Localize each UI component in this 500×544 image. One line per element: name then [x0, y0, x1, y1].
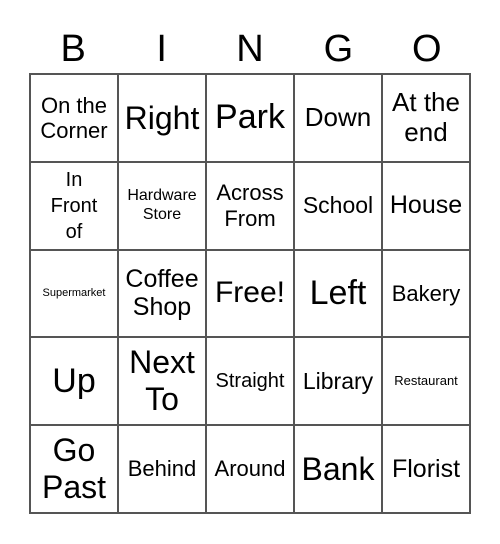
- bingo-cell: Behind: [118, 425, 206, 513]
- bingo-cell: Bakery: [382, 249, 470, 338]
- bingo-cell: Across From: [206, 161, 294, 250]
- bingo-cell: Right: [118, 74, 206, 162]
- bingo-cell: On the Corner: [30, 74, 118, 162]
- header-letter-n: N: [236, 28, 264, 70]
- bingo-cell: Next To: [118, 337, 206, 426]
- bingo-cell: Park: [206, 74, 294, 162]
- bingo-cell: Down: [294, 74, 382, 162]
- bingo-cell: Restaurant: [382, 337, 470, 426]
- bingo-cell: Bank: [294, 425, 382, 513]
- bingo-cell: House: [382, 161, 470, 250]
- bingo-header: B I N G O: [29, 26, 471, 72]
- bingo-cell: Up: [30, 337, 118, 426]
- bingo-cell: Supermarket: [30, 249, 118, 338]
- bingo-cell: School: [294, 161, 382, 250]
- bingo-cell: Around: [206, 425, 294, 513]
- header-letter-i: I: [156, 28, 167, 70]
- bingo-cell: Hardware Store: [118, 161, 206, 250]
- header-letter-b: B: [60, 28, 86, 70]
- header-letter-o: O: [412, 28, 442, 70]
- bingo-cell: Library: [294, 337, 382, 426]
- bingo-grid: On the Corner Right Park Down At the end…: [29, 73, 471, 514]
- header-letter-g: G: [323, 28, 354, 70]
- bingo-cell: Coffee Shop: [118, 249, 206, 338]
- bingo-cell: Free!: [206, 249, 294, 338]
- bingo-cell: In Front of: [30, 161, 118, 250]
- bingo-cell: Florist: [382, 425, 470, 513]
- bingo-cell: At the end: [382, 74, 470, 162]
- bingo-cell: Left: [294, 249, 382, 338]
- bingo-cell: Straight: [206, 337, 294, 426]
- bingo-cell: Go Past: [30, 425, 118, 513]
